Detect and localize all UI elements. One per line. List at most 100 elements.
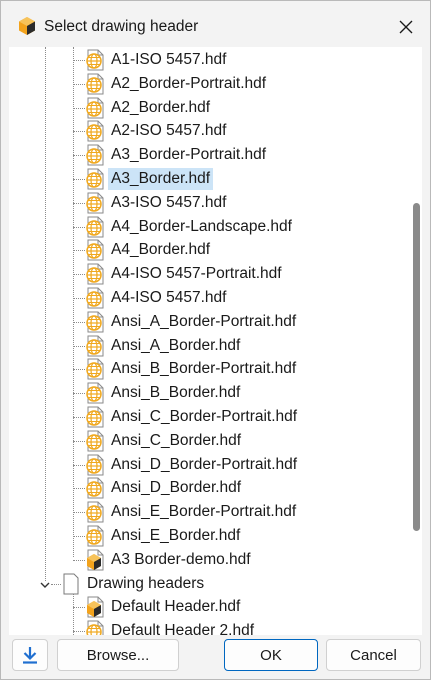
close-icon — [399, 20, 413, 34]
tree-item-label: A3 Border-demo.hdf — [111, 551, 251, 568]
tree-item[interactable]: A4_Border-Landscape.hdf — [85, 215, 295, 239]
tree-item-label: Ansi_C_Border.hdf — [111, 432, 242, 449]
file-tree[interactable]: A1-ISO 5457.hdf A2_Border-Portrait.hdf A2_… — [9, 47, 409, 635]
tree-connector — [45, 47, 46, 581]
tree-item[interactable]: A2-ISO 5457.hdf — [85, 119, 229, 143]
globe-file-icon — [85, 430, 105, 452]
tree-connector — [73, 298, 85, 299]
tree-connector — [73, 631, 85, 632]
tree-connector — [73, 417, 85, 418]
tree-connector — [73, 593, 74, 635]
globe-file-icon — [85, 73, 105, 95]
tree-item-label: Ansi_C_Border-Portrait.hdf — [111, 408, 298, 425]
app-logo-icon — [19, 17, 35, 35]
globe-file-icon — [85, 406, 105, 428]
tree-item[interactable]: Default Header.hdf — [85, 595, 243, 619]
tree-connector — [73, 512, 85, 513]
globe-file-icon — [85, 144, 105, 166]
tree-connector — [73, 465, 85, 466]
globe-file-icon — [85, 192, 105, 214]
download-icon — [23, 647, 37, 664]
tree-item-label: A2_Border.hdf — [111, 99, 211, 116]
tree-item-label: A4_Border.hdf — [111, 241, 211, 258]
tree-item-label: Ansi_D_Border-Portrait.hdf — [111, 456, 298, 473]
vertical-scrollbar[interactable] — [411, 47, 422, 635]
tree-item-label: Default Header 2.hdf — [111, 622, 255, 635]
tree-connector — [73, 560, 85, 561]
tree-item[interactable]: Ansi_D_Border.hdf — [85, 476, 244, 500]
globe-file-icon — [85, 97, 105, 119]
tree-item[interactable]: Ansi_B_Border-Portrait.hdf — [85, 357, 299, 381]
tree-item-label: Default Header.hdf — [111, 598, 241, 615]
globe-file-icon — [85, 525, 105, 547]
folder-icon — [61, 573, 81, 595]
tree-item-label: A4_Border-Landscape.hdf — [111, 218, 292, 235]
globe-file-icon — [85, 501, 105, 523]
globe-file-icon — [85, 49, 105, 71]
ok-button[interactable]: OK — [224, 639, 318, 671]
cancel-button[interactable]: Cancel — [326, 639, 421, 671]
tree-item-label: A3-ISO 5457.hdf — [111, 194, 227, 211]
tree-item[interactable]: A4-ISO 5457-Portrait.hdf — [85, 262, 285, 286]
tree-item[interactable]: Ansi_E_Border-Portrait.hdf — [85, 500, 299, 524]
tree-connector — [73, 488, 85, 489]
tree-item[interactable]: Ansi_B_Border.hdf — [85, 381, 243, 405]
tree-connector — [73, 369, 85, 370]
tree-item[interactable]: A3 Border-demo.hdf — [85, 548, 254, 572]
tree-item[interactable]: A3_Border.hdf — [85, 167, 214, 191]
tree-connector — [73, 607, 85, 608]
tree-connector — [73, 60, 85, 61]
browse-button[interactable]: Browse... — [57, 639, 179, 671]
globe-file-icon — [85, 168, 105, 190]
tree-item[interactable]: A3-ISO 5457.hdf — [85, 191, 229, 215]
scrollbar-thumb[interactable] — [413, 203, 420, 531]
tree-folder-label: Drawing headers — [87, 575, 205, 592]
globe-file-icon — [85, 120, 105, 142]
tree-item[interactable]: Ansi_E_Border.hdf — [85, 524, 243, 548]
tree-connector — [73, 203, 85, 204]
tree-item[interactable]: A2_Border-Portrait.hdf — [85, 72, 269, 96]
file-tree-panel[interactable]: A1-ISO 5457.hdf A2_Border-Portrait.hdf A2_… — [9, 47, 422, 635]
tree-item[interactable]: A4_Border.hdf — [85, 238, 213, 262]
tree-connector — [73, 250, 85, 251]
tree-item[interactable]: Ansi_D_Border-Portrait.hdf — [85, 453, 300, 477]
tree-item-label: Ansi_A_Border-Portrait.hdf — [111, 313, 297, 330]
tree-item[interactable]: Ansi_C_Border.hdf — [85, 429, 244, 453]
tree-item[interactable]: Ansi_A_Border-Portrait.hdf — [85, 310, 299, 334]
globe-file-icon — [85, 335, 105, 357]
hex-file-icon — [85, 549, 105, 571]
tree-item[interactable]: Ansi_C_Border-Portrait.hdf — [85, 405, 300, 429]
tree-item-label: Ansi_B_Border-Portrait.hdf — [111, 360, 297, 377]
window-title: Select drawing header — [44, 18, 199, 35]
tree-connector — [73, 536, 85, 537]
globe-file-icon — [85, 287, 105, 309]
tree-item-label: A4-ISO 5457-Portrait.hdf — [111, 265, 282, 282]
tree-item-label: A2-ISO 5457.hdf — [111, 122, 227, 139]
tree-item[interactable]: Ansi_A_Border.hdf — [85, 334, 243, 358]
tree-connector — [73, 227, 85, 228]
tree-connector — [73, 155, 85, 156]
tree-item[interactable]: A3_Border-Portrait.hdf — [85, 143, 269, 167]
tree-item-label: Ansi_E_Border.hdf — [111, 527, 241, 544]
tree-item[interactable]: A1-ISO 5457.hdf — [85, 48, 229, 72]
chevron-down-icon[interactable] — [39, 578, 51, 596]
close-button[interactable] — [390, 11, 422, 43]
download-button[interactable] — [12, 639, 48, 671]
dialog-footer: Browse... OK Cancel — [1, 635, 430, 680]
globe-file-icon — [85, 477, 105, 499]
tree-item-label: A4-ISO 5457.hdf — [111, 289, 227, 306]
globe-file-icon — [85, 382, 105, 404]
tree-item-label: Ansi_D_Border.hdf — [111, 479, 242, 496]
tree-item[interactable]: A2_Border.hdf — [85, 96, 213, 120]
tree-item-label: Ansi_E_Border-Portrait.hdf — [111, 503, 297, 520]
tree-item[interactable]: Default Header 2.hdf — [85, 619, 257, 635]
globe-file-icon — [85, 454, 105, 476]
tree-item-label: A3_Border.hdf — [108, 168, 214, 190]
tree-item[interactable]: A4-ISO 5457.hdf — [85, 286, 229, 310]
tree-item-label: Ansi_B_Border.hdf — [111, 384, 241, 401]
tree-folder-drawing-headers[interactable]: Drawing headers — [61, 572, 207, 596]
tree-connector — [51, 584, 61, 585]
tree-item-label: A3_Border-Portrait.hdf — [111, 146, 267, 163]
tree-connector — [73, 108, 85, 109]
tree-item-label: Ansi_A_Border.hdf — [111, 337, 241, 354]
